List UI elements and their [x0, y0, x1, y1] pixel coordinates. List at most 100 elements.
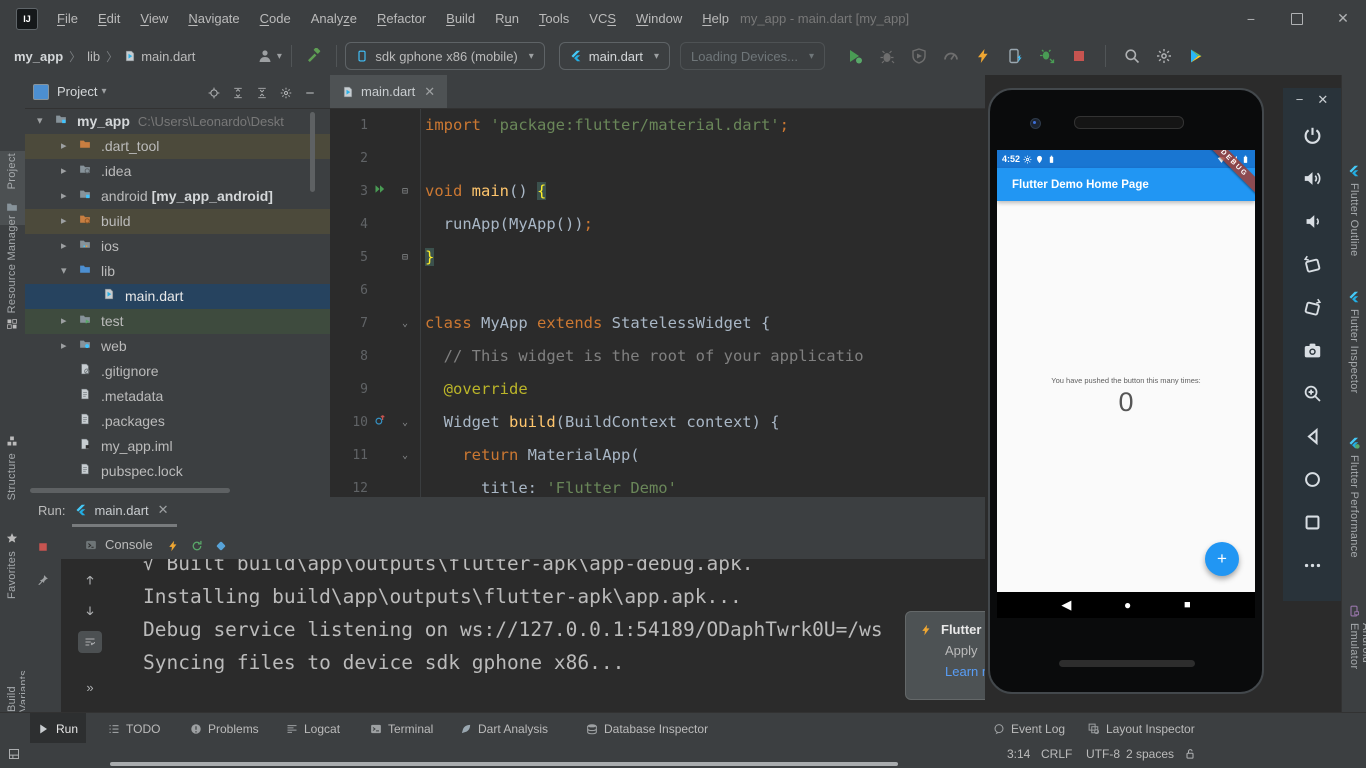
expand-arrow-icon[interactable]: ▸: [61, 209, 67, 234]
menu-view[interactable]: View: [131, 7, 177, 30]
nav-home-button[interactable]: ●: [1124, 598, 1131, 612]
pin-button[interactable]: [37, 571, 49, 586]
code-line-2[interactable]: 2: [330, 142, 985, 175]
flutter-icon[interactable]: [1348, 291, 1360, 303]
user-button[interactable]: ▾: [255, 43, 283, 69]
profile-button[interactable]: [937, 43, 965, 69]
toolwindow-problems[interactable]: Problems: [182, 713, 267, 744]
stripe-favorites[interactable]: Favorites: [6, 551, 18, 599]
tree-item-ios[interactable]: ▸ios: [25, 234, 330, 259]
tool-window-switcher-icon[interactable]: [8, 748, 20, 760]
lock-icon[interactable]: [1184, 748, 1196, 760]
menu-file[interactable]: File: [48, 7, 87, 30]
play-store-button[interactable]: [1182, 43, 1210, 69]
minimize-button[interactable]: −: [1228, 0, 1274, 37]
fold-marker-icon[interactable]: ⌄: [402, 406, 408, 439]
run-line-icon[interactable]: [374, 183, 386, 195]
attach-debugger-button[interactable]: [1033, 43, 1061, 69]
tree-item-build[interactable]: ▸build: [25, 209, 330, 234]
fold-marker-icon[interactable]: ⌄: [402, 439, 408, 472]
code-line-1[interactable]: 1import 'package:flutter/material.dart';: [330, 109, 985, 142]
resource-icon[interactable]: [6, 318, 18, 330]
tree-item-my-app[interactable]: ▾my_appC:\Users\Leonardo\Deskt: [25, 109, 330, 134]
toolwindow-dart-analysis[interactable]: Dart Analysis: [452, 713, 556, 744]
down-button[interactable]: [78, 600, 102, 622]
horizontal-scrollbar[interactable]: [30, 488, 230, 493]
stripe-flutter-performance[interactable]: Flutter Performance: [1348, 455, 1360, 558]
search-everywhere-button[interactable]: [1118, 43, 1146, 69]
toolwindow-layout-inspector[interactable]: Layout Inspector: [1080, 713, 1203, 744]
star-icon[interactable]: [6, 532, 18, 544]
run-config-selector[interactable]: main.dart ▾: [559, 42, 670, 70]
hot-reload-button[interactable]: [167, 537, 179, 552]
stripe-flutter-outline[interactable]: Flutter Outline: [1348, 183, 1360, 257]
code-line-11[interactable]: 11⌄ return MaterialApp(: [330, 439, 985, 472]
nav-back-button[interactable]: ◀: [1061, 597, 1071, 613]
breadcrumb-file[interactable]: main.dart: [141, 49, 195, 64]
indent-setting[interactable]: 2 spaces: [1126, 747, 1174, 761]
menu-tools[interactable]: Tools: [530, 7, 578, 30]
code-line-9[interactable]: 9 @override: [330, 373, 985, 406]
locate-button[interactable]: [208, 84, 220, 99]
emulator-more-button[interactable]: [1303, 556, 1322, 575]
coverage-button[interactable]: [905, 43, 933, 69]
device-selector[interactable]: sdk gphone x86 (mobile) ▾: [345, 42, 544, 70]
hot-restart-button[interactable]: [191, 537, 203, 552]
menu-build[interactable]: Build: [437, 7, 484, 30]
fold-marker-icon[interactable]: ⌄: [402, 307, 408, 340]
breadcrumb-project[interactable]: my_app: [14, 49, 63, 64]
menu-refactor[interactable]: Refactor: [368, 7, 435, 30]
maximize-button[interactable]: [1274, 0, 1320, 37]
build-button[interactable]: [300, 43, 328, 69]
tree-item-lib[interactable]: ▾lib: [25, 259, 330, 284]
flutter-dot-icon[interactable]: [1348, 437, 1360, 449]
folder-plain-icon[interactable]: [6, 201, 18, 213]
stripe-resource-manager[interactable]: Resource Manager: [6, 215, 18, 313]
emulator-close-button[interactable]: ✕: [1317, 92, 1328, 108]
tab-console[interactable]: Console: [85, 537, 153, 552]
hot-reload-button[interactable]: [969, 43, 997, 69]
emulator-minimize-button[interactable]: −: [1296, 92, 1304, 108]
settings-button[interactable]: [1150, 43, 1178, 69]
file-encoding[interactable]: UTF-8: [1086, 747, 1120, 761]
emulator-volume-up-button[interactable]: [1303, 169, 1322, 188]
toolwindow-terminal[interactable]: Terminal: [362, 713, 441, 744]
expand-all-button[interactable]: [232, 84, 244, 99]
stripe-project[interactable]: Project: [6, 153, 18, 189]
devtools-button[interactable]: [215, 537, 227, 552]
stop-button[interactable]: [37, 538, 49, 553]
tree-item--metadata[interactable]: .metadata: [25, 384, 330, 409]
expand-arrow-icon[interactable]: ▸: [61, 134, 67, 159]
menu-edit[interactable]: Edit: [89, 7, 129, 30]
fold-marker-icon[interactable]: ⊟: [402, 241, 408, 274]
menu-vcs[interactable]: VCS: [580, 7, 625, 30]
tree-item--packages[interactable]: .packages: [25, 409, 330, 434]
phone-display[interactable]: 4:52 Flutter Demo Home Page DEBUG You ha…: [997, 150, 1255, 618]
emulator-home-button[interactable]: [1303, 470, 1322, 489]
code-line-3[interactable]: 3⊟void main() {: [330, 175, 985, 208]
emulator-rotate-right-button[interactable]: [1303, 298, 1322, 317]
emulator-zoom-button[interactable]: [1303, 384, 1322, 403]
toolwindow-event-log[interactable]: Event Log: [985, 713, 1073, 744]
fab-button[interactable]: +: [1205, 542, 1239, 576]
code-line-12[interactable]: 12 title: 'Flutter Demo': [330, 472, 985, 497]
up-button[interactable]: [78, 569, 102, 591]
stripe-android-emulator[interactable]: Android Emulator: [1348, 623, 1366, 712]
tree-item-main-dart[interactable]: main.dart: [25, 284, 330, 309]
breadcrumb-folder[interactable]: lib: [87, 49, 100, 64]
run-button[interactable]: [841, 43, 869, 69]
tree-item--idea[interactable]: ▸.idea: [25, 159, 330, 184]
tree-item--dart-tool[interactable]: ▸.dart_tool: [25, 134, 330, 159]
stripe-structure[interactable]: Structure: [6, 453, 18, 500]
debug-button[interactable]: [873, 43, 901, 69]
tree-item-pubspec-lock[interactable]: pubspec.lock: [25, 459, 330, 484]
stripe-flutter-inspector[interactable]: Flutter Inspector: [1348, 309, 1360, 394]
emulator-power-button[interactable]: [1303, 126, 1322, 145]
expand-arrow-icon[interactable]: ▸: [61, 334, 67, 359]
caret-position[interactable]: 3:14: [1007, 747, 1030, 761]
code-line-5[interactable]: 5⊟}: [330, 241, 985, 274]
collapse-arrow-icon[interactable]: ▾: [61, 259, 67, 284]
tree-item-test[interactable]: ▸test: [25, 309, 330, 334]
emulator-rotate-left-button[interactable]: [1303, 255, 1322, 274]
menu-run[interactable]: Run: [486, 7, 528, 30]
